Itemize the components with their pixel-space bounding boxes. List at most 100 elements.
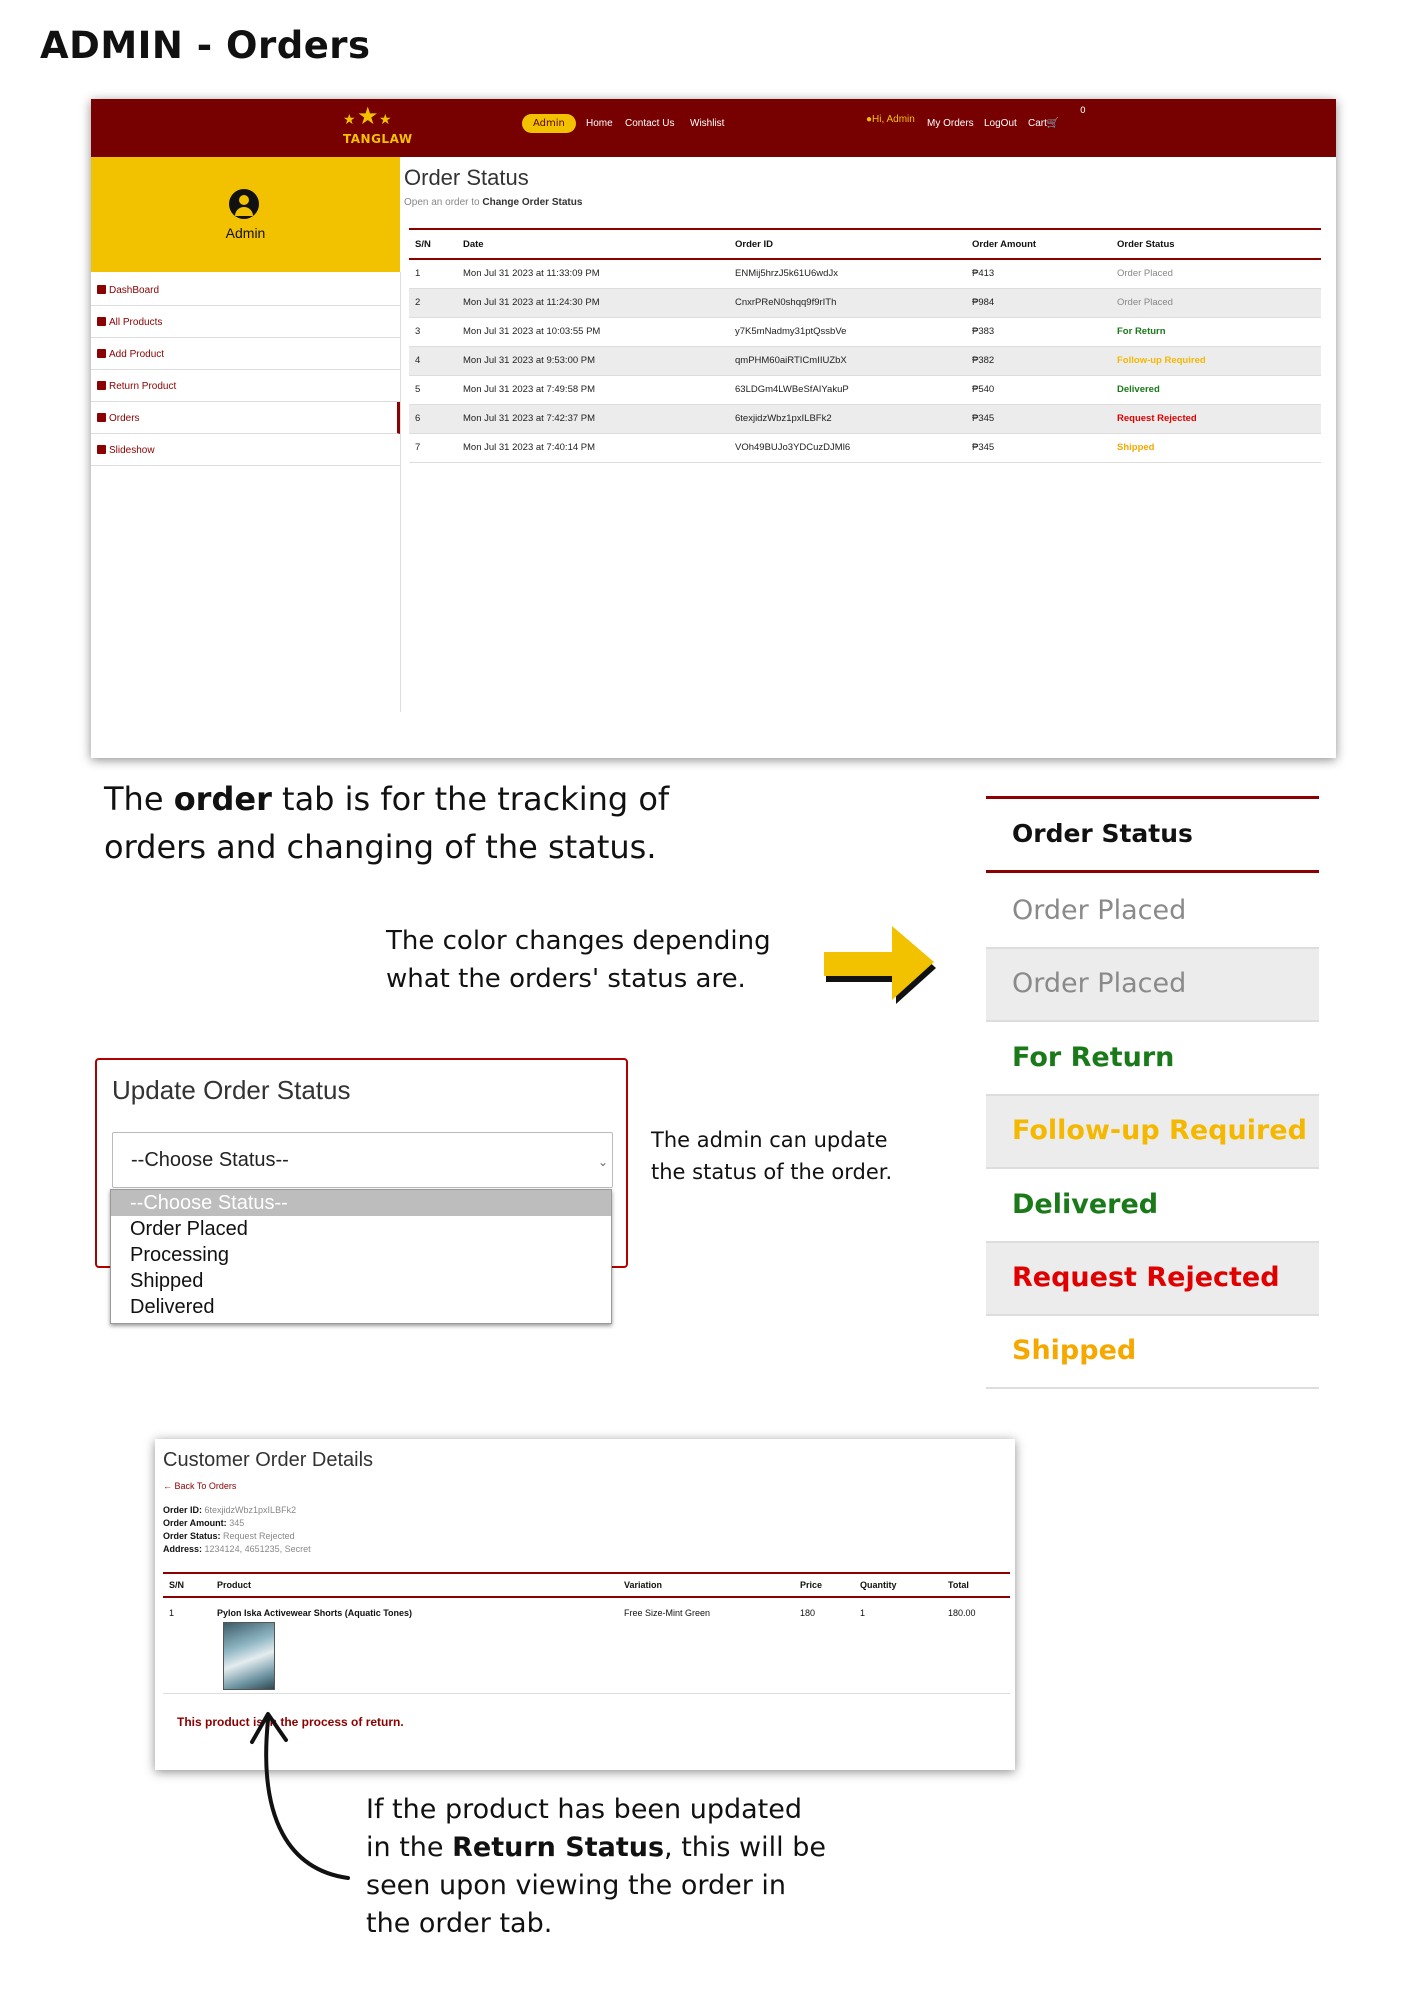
cell-sn: 1: [163, 1597, 211, 1694]
cell-sn: 1: [409, 259, 457, 289]
field-label: Address:: [163, 1544, 203, 1554]
caption-text: The: [104, 780, 174, 818]
column-header: Product: [211, 1572, 618, 1598]
logo[interactable]: ★ ★ ★ TANGLAW: [339, 102, 412, 150]
star-icon: ★: [343, 112, 356, 128]
curved-arrow-icon: [250, 1712, 350, 1880]
field-value: 345: [229, 1518, 245, 1528]
sidebar-item-label: Return Product: [109, 381, 177, 392]
product-image: [223, 1622, 275, 1690]
cell-date: Mon Jul 31 2023 at 7:49:58 PM: [457, 375, 729, 405]
cell-id: CnxrPReN0shqq9f9rITh: [729, 288, 966, 318]
logout-link[interactable]: LogOut: [984, 118, 1017, 129]
cell-status: Delivered: [1111, 375, 1321, 405]
table-row[interactable]: 5 Mon Jul 31 2023 at 7:49:58 PM 63LDGm4LWB…: [409, 375, 1321, 405]
field-value: Request Rejected: [223, 1531, 295, 1541]
cell-variation: Free Size-Mint Green: [618, 1597, 794, 1694]
table-row[interactable]: 3 Mon Jul 31 2023 at 10:03:55 PM y7K5mNadm…: [409, 317, 1321, 347]
update-card-title: Update Order Status: [112, 1075, 351, 1105]
admin-pill-button[interactable]: Admin: [522, 114, 576, 133]
field-value: 1234124, 4651235, Secret: [204, 1544, 311, 1554]
cell-sn: 7: [409, 433, 457, 463]
logo-text: TANGLAW: [343, 132, 413, 146]
order-status-line: Order Status: Request Rejected: [163, 1531, 295, 1541]
table-row[interactable]: 4 Mon Jul 31 2023 at 9:53:00 PM qmPHM60aiR…: [409, 346, 1321, 376]
column-header: Order ID: [729, 228, 966, 260]
cell-amount: ₱382: [966, 346, 1111, 376]
cell-sn: 3: [409, 317, 457, 347]
nav-contact-link[interactable]: Contact Us: [625, 118, 674, 129]
table-header-row: S/N Product Variation Price Quantity Tot…: [163, 1572, 1010, 1598]
nav-wishlist-link[interactable]: Wishlist: [690, 118, 724, 129]
column-header: Order Status: [1111, 228, 1321, 260]
caption-order-tab: The order tab is for the tracking of ord…: [104, 775, 704, 871]
cell-amount: ₱540: [966, 375, 1111, 405]
orders-icon: [97, 413, 106, 422]
sidebar-item-orders[interactable]: Orders: [91, 402, 400, 434]
dropdown-option[interactable]: Order Placed: [111, 1216, 611, 1242]
sidebar-profile: Admin: [91, 157, 400, 272]
status-select[interactable]: --Choose Status-- ⌄: [112, 1132, 613, 1188]
column-header: S/N: [163, 1572, 211, 1598]
caption-color: The color changes depending what the ord…: [386, 926, 771, 994]
my-orders-link[interactable]: My Orders: [927, 118, 974, 129]
status-select-value: --Choose Status--: [131, 1149, 289, 1171]
column-header: Total: [942, 1572, 1010, 1598]
nav-home-link[interactable]: Home: [586, 118, 613, 129]
sidebar-item-slideshow[interactable]: Slideshow: [91, 434, 400, 466]
column-header: Quantity: [854, 1572, 942, 1598]
status-legend-item: For Return: [986, 1023, 1319, 1096]
column-header: Date: [457, 228, 729, 260]
arrow-right-icon: [824, 926, 936, 1004]
cell-id: VOh49BUJo3YDCuzDJMl6: [729, 433, 966, 463]
hint-text: Open an order to: [404, 197, 483, 208]
cell-sn: 4: [409, 346, 457, 376]
sidebar-item-label: DashBoard: [109, 285, 160, 296]
cart-link[interactable]: Cart🛒: [1028, 118, 1059, 129]
order-amount-line: Order Amount: 345: [163, 1518, 244, 1528]
orders-table: S/N Date Order ID Order Amount Order Sta…: [409, 228, 1321, 463]
details-title: Customer Order Details: [163, 1449, 374, 1471]
sidebar-item-add-product[interactable]: Add Product: [91, 338, 400, 370]
cell-amount: ₱984: [966, 288, 1111, 318]
dropdown-option[interactable]: Delivered: [111, 1294, 611, 1320]
sidebar-item-label: Slideshow: [109, 445, 155, 456]
table-row[interactable]: 6 Mon Jul 31 2023 at 7:42:37 PM 6texjidzWb…: [409, 404, 1321, 434]
back-to-orders-link[interactable]: ← Back To Orders: [163, 1481, 236, 1491]
column-header: S/N: [409, 228, 457, 260]
table-row[interactable]: 2 Mon Jul 31 2023 at 11:24:30 PM CnxrPReN0…: [409, 288, 1321, 318]
star-icon: ★: [357, 102, 379, 130]
sidebar-user-label: Admin: [225, 225, 266, 241]
user-greeting-text: Hi, Admin: [872, 114, 915, 125]
status-dropdown-list: --Choose Status-- Order Placed Processin…: [110, 1189, 612, 1324]
document-title: ADMIN - Orders: [40, 24, 371, 67]
status-color-legend: Order Status Order Placed Order Placed For…: [986, 782, 1319, 1390]
status-legend-item: Shipped: [986, 1316, 1319, 1390]
dropdown-option[interactable]: --Choose Status--: [111, 1190, 611, 1216]
cart-label: Cart: [1028, 118, 1047, 129]
products-icon: [97, 317, 106, 326]
slideshow-icon: [97, 445, 106, 454]
status-legend-header: Order Status: [986, 796, 1319, 873]
order-items-table: S/N Product Variation Price Quantity Tot…: [163, 1572, 1010, 1694]
status-legend-item: Order Placed: [986, 949, 1319, 1023]
cell-id: ENMij5hrzJ5k61U6wdJx: [729, 259, 966, 289]
status-legend-item: Follow-up Required: [986, 1096, 1319, 1170]
table-row[interactable]: 7 Mon Jul 31 2023 at 7:40:14 PM VOh49BUJo3…: [409, 433, 1321, 463]
status-legend-item: Order Placed: [986, 876, 1319, 949]
cart-icon: 🛒: [1046, 118, 1060, 129]
dropdown-option[interactable]: Processing: [111, 1242, 611, 1268]
sidebar-item-return-product[interactable]: Return Product: [91, 370, 400, 402]
user-greeting[interactable]: ●Hi, Admin: [866, 114, 915, 125]
cell-status: Request Rejected: [1111, 404, 1321, 434]
page: ADMIN - Orders ★ ★ ★ TANGLAW Admin Home …: [0, 0, 1414, 2000]
cell-amount: ₱345: [966, 433, 1111, 463]
cell-date: Mon Jul 31 2023 at 7:42:37 PM: [457, 404, 729, 434]
add-icon: [97, 349, 106, 358]
dropdown-option[interactable]: Shipped: [111, 1268, 611, 1294]
sidebar-item-dashboard[interactable]: DashBoard: [91, 274, 400, 306]
table-row[interactable]: 1 Mon Jul 31 2023 at 11:33:09 PM ENMij5hrz…: [409, 259, 1321, 289]
column-header: Order Amount: [966, 228, 1111, 260]
cell-amount: ₱413: [966, 259, 1111, 289]
sidebar-item-all-products[interactable]: All Products: [91, 306, 400, 338]
